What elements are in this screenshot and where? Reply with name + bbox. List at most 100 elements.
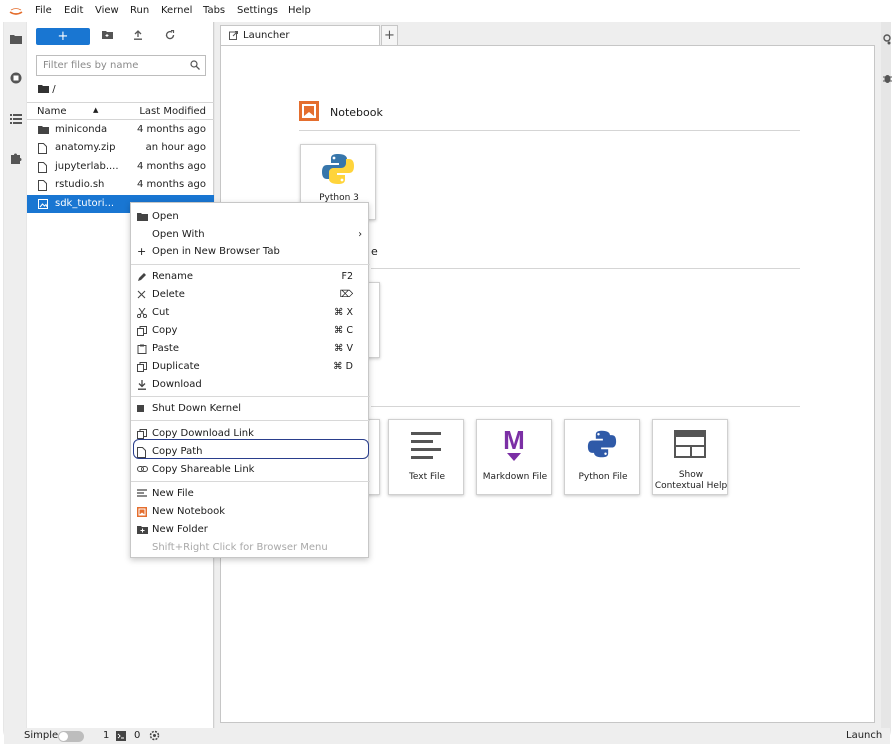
file-icon <box>38 143 47 154</box>
menu-item-label: Shut Down Kernel <box>152 403 242 414</box>
column-name[interactable]: Name <box>37 106 67 117</box>
menu-help[interactable]: Help <box>288 5 311 16</box>
new-folder-icon[interactable] <box>102 30 113 39</box>
file-name: jupyterlab.... <box>55 161 119 172</box>
card-label: Markdown File <box>482 472 548 482</box>
terminal-count[interactable]: 0 <box>134 730 140 741</box>
copy-path-highlight-ring <box>133 439 369 459</box>
duplicate-icon <box>137 362 147 372</box>
menu-item-open-with[interactable]: Open With › <box>131 226 370 243</box>
shortcut: F2 <box>341 271 353 282</box>
menu-item-copy[interactable]: Copy ⌘ C <box>131 322 370 339</box>
menu-item-new-notebook[interactable]: New Notebook <box>131 503 370 520</box>
menu-item-label: Delete <box>152 289 185 300</box>
copy-icon <box>137 326 147 336</box>
file-name: sdk_tutori... <box>55 198 115 209</box>
file-row[interactable]: jupyterlab.... 4 months ago <box>27 158 214 176</box>
tab-launcher[interactable]: Launcher <box>220 25 380 45</box>
add-tab-button[interactable]: + <box>381 25 398 45</box>
menu-item-shut-down-kernel[interactable]: Shut Down Kernel <box>131 400 370 417</box>
link-icon <box>137 465 148 473</box>
card-label: Python File <box>578 472 628 482</box>
markdown-file-card[interactable]: M Markdown File <box>476 419 552 495</box>
pencil-icon <box>137 272 147 282</box>
left-activity-bar <box>4 22 26 728</box>
property-inspector-icon[interactable] <box>883 34 892 45</box>
extensions-puzzle-icon[interactable] <box>10 152 22 164</box>
menu-item-label: Open in New Browser Tab <box>152 246 280 257</box>
folder-icon <box>38 125 49 134</box>
menu-item-delete[interactable]: Delete ⌦ <box>131 286 370 303</box>
menu-item-label: Open <box>152 211 179 222</box>
simple-mode-label: Simple <box>24 730 59 741</box>
menu-item-download[interactable]: Download <box>131 376 370 393</box>
new-launcher-button[interactable]: + <box>36 28 90 45</box>
breadcrumb[interactable]: / <box>38 84 56 95</box>
file-row[interactable]: rstudio.sh 4 months ago <box>27 176 214 194</box>
menu-kernel[interactable]: Kernel <box>161 5 192 16</box>
file-name: anatomy.zip <box>55 142 116 153</box>
file-modified: 4 months ago <box>137 179 206 190</box>
menu-item-new-folder[interactable]: New Folder <box>131 521 370 538</box>
menu-view[interactable]: View <box>95 5 119 16</box>
simple-mode-toggle[interactable] <box>58 731 84 742</box>
contextual-help-card[interactable]: Show Contextual Help <box>652 419 728 495</box>
upload-icon[interactable] <box>133 30 143 40</box>
menubar: File Edit View Run Kernel Tabs Settings … <box>0 0 894 22</box>
card-label: Show Contextual Help <box>654 470 728 491</box>
menu-item-browser-menu-hint: Shift+Right Click for Browser Menu <box>131 539 370 556</box>
file-modified: an hour ago <box>145 142 206 153</box>
file-name: miniconda <box>55 124 108 135</box>
debugger-bug-icon[interactable] <box>883 73 892 84</box>
settings-gear-icon[interactable] <box>149 730 160 741</box>
file-filter-input[interactable]: Filter files by name <box>36 55 206 76</box>
shortcut: ⌘ C <box>333 325 353 336</box>
menu-item-label: Copy <box>152 325 178 336</box>
menu-item-cut[interactable]: Cut ⌘ X <box>131 304 370 321</box>
section-divider <box>299 130 800 131</box>
image-file-icon <box>38 199 48 209</box>
menu-item-new-file[interactable]: New File <box>131 485 370 502</box>
svg-text:M: M <box>503 427 525 455</box>
kernel-count[interactable]: 1 <box>103 730 109 741</box>
folder-icon[interactable] <box>10 34 22 44</box>
sort-ascending-icon: ▲ <box>93 106 99 114</box>
file-modified: 4 months ago <box>137 161 206 172</box>
menu-edit[interactable]: Edit <box>64 5 83 16</box>
menu-tabs[interactable]: Tabs <box>203 5 225 16</box>
menu-item-duplicate[interactable]: Duplicate ⌘ D <box>131 358 370 375</box>
menu-item-paste[interactable]: Paste ⌘ V <box>131 340 370 357</box>
menu-item-open-new-tab[interactable]: + Open in New Browser Tab <box>131 243 370 260</box>
text-file-card[interactable]: Text File <box>388 419 464 495</box>
menu-item-label: New Notebook <box>152 506 226 517</box>
contextual-help-icon <box>674 430 706 458</box>
file-row[interactable]: anatomy.zip an hour ago <box>27 139 214 157</box>
menu-run[interactable]: Run <box>130 5 149 16</box>
menu-item-label: Paste <box>152 343 179 354</box>
menu-separator <box>131 264 370 265</box>
column-last-modified[interactable]: Last Modified <box>139 106 206 117</box>
running-kernels-icon[interactable] <box>10 72 22 84</box>
status-bar: Simple 1 0 Launch <box>4 728 890 744</box>
search-icon <box>190 60 200 70</box>
file-list-header: Name ▲ Last Modified <box>27 102 214 120</box>
file-row[interactable]: miniconda 4 months ago <box>27 121 214 139</box>
close-icon <box>137 290 146 299</box>
menu-item-copy-shareable-link[interactable]: Copy Shareable Link <box>131 461 370 478</box>
refresh-icon[interactable] <box>165 30 175 40</box>
menu-separator <box>131 481 370 482</box>
file-name: rstudio.sh <box>55 179 105 190</box>
python-file-card[interactable]: Python File <box>564 419 640 495</box>
notebook-icon <box>137 507 147 517</box>
menu-item-open[interactable]: Open <box>131 208 370 225</box>
menu-settings[interactable]: Settings <box>237 5 278 16</box>
shortcut: ⌘ D <box>333 361 353 372</box>
menu-file[interactable]: File <box>35 5 52 16</box>
scissors-icon <box>137 308 147 318</box>
menu-item-rename[interactable]: Rename F2 <box>131 268 370 285</box>
plus-icon: + <box>137 245 147 258</box>
file-modified: 4 months ago <box>137 124 206 135</box>
notebook-section-title: Notebook <box>330 106 383 119</box>
table-of-contents-icon[interactable] <box>10 114 22 124</box>
text-file-icon <box>137 489 147 498</box>
